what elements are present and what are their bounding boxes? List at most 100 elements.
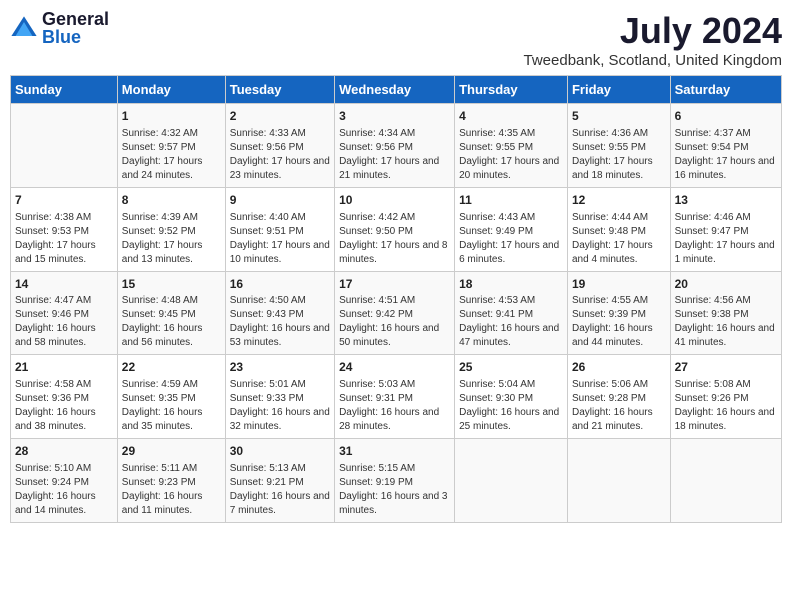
day-number: 28	[15, 443, 113, 460]
calendar-cell: 9Sunrise: 4:40 AMSunset: 9:51 PMDaylight…	[225, 187, 334, 271]
day-info: Sunrise: 4:40 AMSunset: 9:51 PMDaylight:…	[230, 211, 330, 267]
day-number: 22	[122, 359, 221, 376]
col-tuesday: Tuesday	[225, 76, 334, 104]
day-number: 11	[459, 192, 563, 209]
calendar-week-3: 14Sunrise: 4:47 AMSunset: 9:46 PMDayligh…	[11, 271, 782, 355]
location-text: Tweedbank, Scotland, United Kingdom	[524, 52, 783, 69]
day-number: 3	[339, 108, 450, 125]
col-sunday: Sunday	[11, 76, 118, 104]
calendar-cell: 25 Sunrise: 5:04 AMSunset: 9:30 PMDayligh…	[455, 355, 568, 439]
day-info: Sunrise: 5:01 AMSunset: 9:33 PMDaylight:…	[230, 378, 330, 434]
day-number: 16	[230, 276, 330, 293]
logo-blue-text: Blue	[42, 27, 81, 47]
calendar-cell: 27Sunrise: 5:08 AMSunset: 9:26 PMDayligh…	[670, 355, 781, 439]
calendar-cell: 23Sunrise: 5:01 AMSunset: 9:33 PMDayligh…	[225, 355, 334, 439]
header-row: Sunday Monday Tuesday Wednesday Thursday…	[11, 76, 782, 104]
month-title: July 2024	[524, 10, 783, 52]
day-info: Sunrise: 5:13 AMSunset: 9:21 PMDaylight:…	[230, 462, 330, 518]
day-number: 29	[122, 443, 221, 460]
calendar-cell: 21 Sunrise: 4:58 AMSunset: 9:36 PMDayligh…	[11, 355, 118, 439]
day-info: Sunrise: 4:46 AMSunset: 9:47 PMDaylight:…	[675, 211, 777, 267]
day-number: 4	[459, 108, 563, 125]
day-info: Sunrise: 4:43 AMSunset: 9:49 PMDaylight:…	[459, 211, 563, 267]
calendar-cell: 18Sunrise: 4:53 AMSunset: 9:41 PMDayligh…	[455, 271, 568, 355]
page-header: General Blue July 2024 Tweedbank, Scotla…	[10, 10, 782, 69]
day-number: 25	[459, 359, 563, 376]
logo-general-text: General	[42, 10, 109, 28]
calendar-cell: 10 Sunrise: 4:42 AMSunset: 9:50 PMDayligh…	[335, 187, 455, 271]
day-info: Sunrise: 5:04 AMSunset: 9:30 PMDaylight:…	[459, 378, 563, 434]
day-info: Sunrise: 4:36 AMSunset: 9:55 PMDaylight:…	[572, 127, 666, 183]
day-number: 26	[572, 359, 666, 376]
day-number: 13	[675, 192, 777, 209]
day-info: Sunrise: 5:10 AMSunset: 9:24 PMDaylight:…	[15, 462, 113, 518]
day-number: 1	[122, 108, 221, 125]
logo-icon	[10, 15, 38, 43]
calendar-cell: 31Sunrise: 5:15 AMSunset: 9:19 PMDayligh…	[335, 439, 455, 523]
calendar-cell: 12 Sunrise: 4:44 AMSunset: 9:48 PMDayligh…	[567, 187, 670, 271]
calendar-week-5: 28 Sunrise: 5:10 AMSunset: 9:24 PMDayligh…	[11, 439, 782, 523]
day-info: Sunrise: 5:11 AMSunset: 9:23 PMDaylight:…	[122, 462, 221, 518]
calendar-cell: 15Sunrise: 4:48 AMSunset: 9:45 PMDayligh…	[117, 271, 225, 355]
calendar-cell: 28 Sunrise: 5:10 AMSunset: 9:24 PMDayligh…	[11, 439, 118, 523]
day-number: 31	[339, 443, 450, 460]
calendar-body: 1 Sunrise: 4:32 AMSunset: 9:57 PMDaylight…	[11, 104, 782, 523]
calendar-week-4: 21 Sunrise: 4:58 AMSunset: 9:36 PMDayligh…	[11, 355, 782, 439]
calendar-cell: 17Sunrise: 4:51 AMSunset: 9:42 PMDayligh…	[335, 271, 455, 355]
calendar-cell: 29 Sunrise: 5:11 AMSunset: 9:23 PMDayligh…	[117, 439, 225, 523]
calendar-table: Sunday Monday Tuesday Wednesday Thursday…	[10, 75, 782, 523]
day-number: 21	[15, 359, 113, 376]
day-info: Sunrise: 4:42 AMSunset: 9:50 PMDaylight:…	[339, 211, 450, 267]
day-info: Sunrise: 4:33 AMSunset: 9:56 PMDaylight:…	[230, 127, 330, 183]
day-info: Sunrise: 4:48 AMSunset: 9:45 PMDaylight:…	[122, 294, 221, 350]
calendar-week-1: 1 Sunrise: 4:32 AMSunset: 9:57 PMDaylight…	[11, 104, 782, 188]
calendar-cell: 1 Sunrise: 4:32 AMSunset: 9:57 PMDaylight…	[117, 104, 225, 188]
calendar-cell: 6Sunrise: 4:37 AMSunset: 9:54 PMDaylight…	[670, 104, 781, 188]
calendar-week-2: 7 Sunrise: 4:38 AMSunset: 9:53 PMDaylight…	[11, 187, 782, 271]
calendar-cell	[455, 439, 568, 523]
day-info: Sunrise: 4:59 AMSunset: 9:35 PMDaylight:…	[122, 378, 221, 434]
calendar-cell	[11, 104, 118, 188]
calendar-cell: 8 Sunrise: 4:39 AMSunset: 9:52 PMDaylight…	[117, 187, 225, 271]
calendar-cell: 24Sunrise: 5:03 AMSunset: 9:31 PMDayligh…	[335, 355, 455, 439]
day-info: Sunrise: 4:32 AMSunset: 9:57 PMDaylight:…	[122, 127, 221, 183]
day-info: Sunrise: 4:55 AMSunset: 9:39 PMDaylight:…	[572, 294, 666, 350]
day-info: Sunrise: 4:58 AMSunset: 9:36 PMDaylight:…	[15, 378, 113, 434]
calendar-cell: 7 Sunrise: 4:38 AMSunset: 9:53 PMDaylight…	[11, 187, 118, 271]
day-number: 7	[15, 192, 113, 209]
calendar-cell	[567, 439, 670, 523]
calendar-header: Sunday Monday Tuesday Wednesday Thursday…	[11, 76, 782, 104]
day-number: 17	[339, 276, 450, 293]
day-info: Sunrise: 4:35 AMSunset: 9:55 PMDaylight:…	[459, 127, 563, 183]
logo: General Blue	[10, 10, 109, 48]
day-info: Sunrise: 4:50 AMSunset: 9:43 PMDaylight:…	[230, 294, 330, 350]
day-info: Sunrise: 4:51 AMSunset: 9:42 PMDaylight:…	[339, 294, 450, 350]
day-info: Sunrise: 4:44 AMSunset: 9:48 PMDaylight:…	[572, 211, 666, 267]
col-wednesday: Wednesday	[335, 76, 455, 104]
day-info: Sunrise: 5:03 AMSunset: 9:31 PMDaylight:…	[339, 378, 450, 434]
day-number: 8	[122, 192, 221, 209]
calendar-cell: 19Sunrise: 4:55 AMSunset: 9:39 PMDayligh…	[567, 271, 670, 355]
calendar-cell: 16Sunrise: 4:50 AMSunset: 9:43 PMDayligh…	[225, 271, 334, 355]
calendar-cell: 3Sunrise: 4:34 AMSunset: 9:56 PMDaylight…	[335, 104, 455, 188]
calendar-cell: 2Sunrise: 4:33 AMSunset: 9:56 PMDaylight…	[225, 104, 334, 188]
day-info: Sunrise: 4:37 AMSunset: 9:54 PMDaylight:…	[675, 127, 777, 183]
day-number: 19	[572, 276, 666, 293]
day-number: 20	[675, 276, 777, 293]
calendar-cell	[670, 439, 781, 523]
day-number: 14	[15, 276, 113, 293]
calendar-cell: 22 Sunrise: 4:59 AMSunset: 9:35 PMDayligh…	[117, 355, 225, 439]
day-info: Sunrise: 4:38 AMSunset: 9:53 PMDaylight:…	[15, 211, 113, 267]
calendar-cell: 20Sunrise: 4:56 AMSunset: 9:38 PMDayligh…	[670, 271, 781, 355]
day-number: 15	[122, 276, 221, 293]
day-number: 12	[572, 192, 666, 209]
calendar-cell: 4 Sunrise: 4:35 AMSunset: 9:55 PMDaylight…	[455, 104, 568, 188]
day-number: 10	[339, 192, 450, 209]
col-monday: Monday	[117, 76, 225, 104]
day-info: Sunrise: 4:39 AMSunset: 9:52 PMDaylight:…	[122, 211, 221, 267]
day-info: Sunrise: 5:06 AMSunset: 9:28 PMDaylight:…	[572, 378, 666, 434]
calendar-cell: 11 Sunrise: 4:43 AMSunset: 9:49 PMDayligh…	[455, 187, 568, 271]
col-thursday: Thursday	[455, 76, 568, 104]
calendar-cell: 14Sunrise: 4:47 AMSunset: 9:46 PMDayligh…	[11, 271, 118, 355]
col-saturday: Saturday	[670, 76, 781, 104]
